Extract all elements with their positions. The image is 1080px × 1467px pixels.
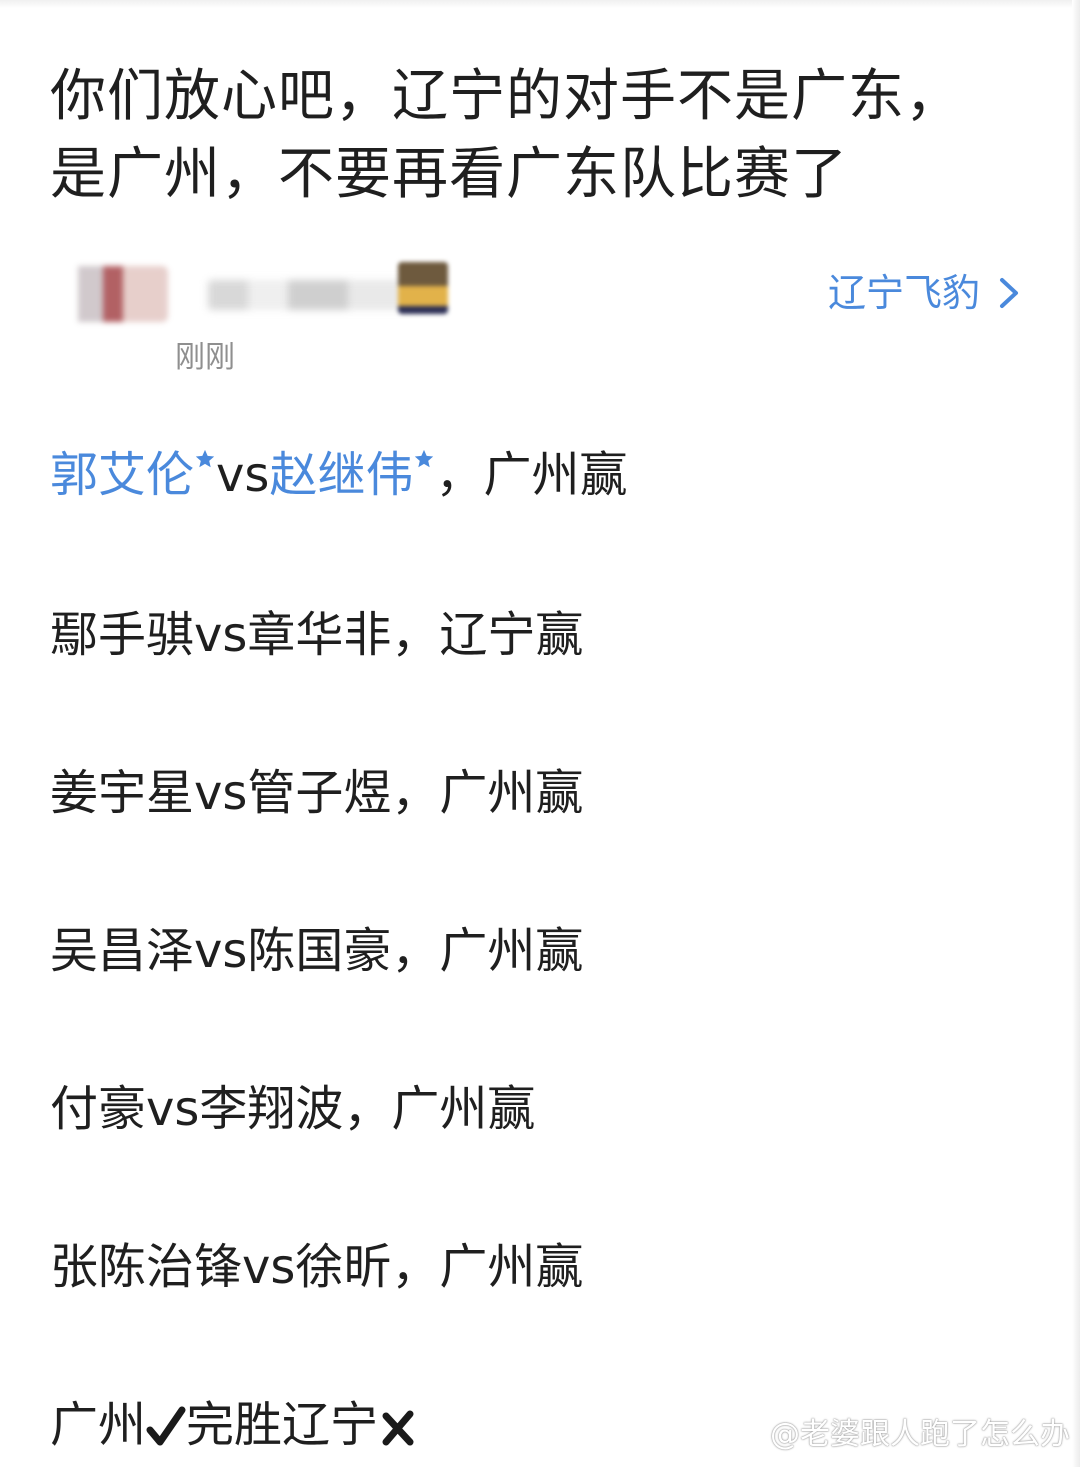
matchup-line-4: 吴昌泽vs陈国豪，广州赢 [50,923,584,979]
watermark-text: @老婆跟人跑了怎么办 [770,1417,1070,1452]
weibo-icon [727,1422,763,1451]
chevron-right-icon [1000,278,1018,308]
user-badge-blurred [398,262,448,314]
cross-icon [382,1410,414,1446]
avatar[interactable] [48,266,168,322]
topic-label: 辽宁飞豹 [827,271,980,315]
matchup-line-6: 张陈治锋vs徐昕，广州赢 [50,1239,584,1295]
matchup-line-2: 鄢手骐vs章华非，辽宁赢 [50,607,584,663]
summary-text: 完胜辽宁 [186,1397,379,1453]
matchup-line-5: 付豪vs李翔波，广州赢 [50,1081,536,1137]
star-icon [415,449,434,468]
right-edge [1072,0,1080,1467]
check-icon [146,1406,186,1446]
watermark: @老婆跟人跑了怎么办 [726,1417,1070,1453]
matchup-line-3: 姜宇星vs管子煜，广州赢 [50,765,584,821]
top-edge [0,0,1080,8]
username-blurred[interactable] [208,280,418,310]
topic-link[interactable]: 辽宁飞豹 [828,268,1024,318]
mention-player-b[interactable]: 赵继伟 [269,447,413,503]
mention-player-a[interactable]: 郭艾伦 [50,447,194,503]
summary-team: 广州 [50,1397,147,1453]
timestamp: 刚刚 [175,340,235,375]
post-title: 你们放心吧，辽宁的对手不是广东，是广州，不要再看广东队比赛了 [50,64,962,207]
weibo-post-screenshot: 你们放心吧，辽宁的对手不是广东，是广州，不要再看广东队比赛了 辽宁飞豹 刚刚 郭… [0,0,1080,1467]
matchup-line-1: 郭艾伦 vs赵继伟 ，广州赢 [50,440,627,510]
summary-line: 广州 完胜辽宁 [50,1390,418,1460]
star-icon [195,449,215,468]
vs-label: vs [216,447,270,503]
matchup-result: ，广州赢 [435,447,628,503]
